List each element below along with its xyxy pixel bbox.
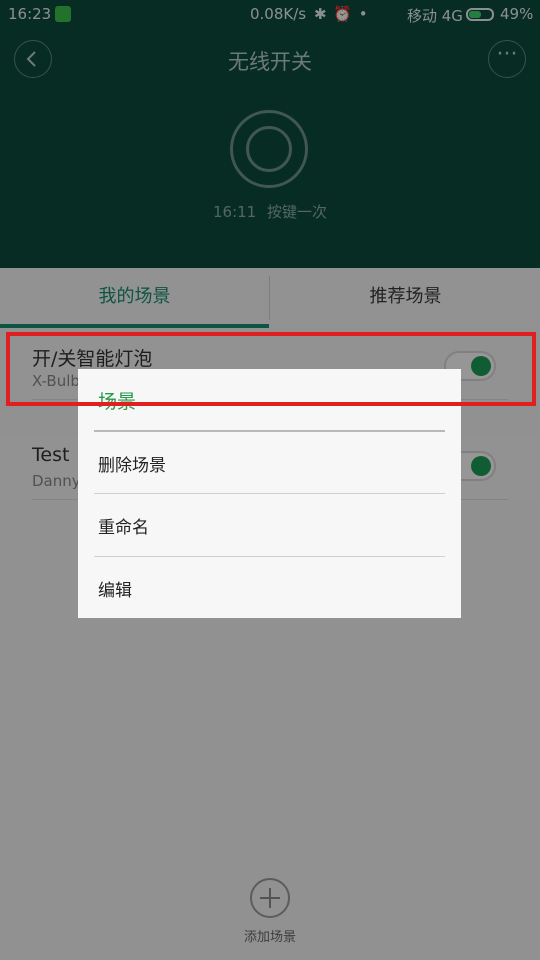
menu-item-rename[interactable]: 重命名 (78, 494, 461, 556)
menu-item-delete-scene[interactable]: 删除场景 (78, 432, 461, 494)
menu-item-label: 编辑 (98, 581, 132, 601)
scene-context-menu: 场景 删除场景 重命名 编辑 (78, 369, 461, 618)
menu-item-label: 删除场景 (98, 456, 166, 476)
menu-item-edit[interactable]: 编辑 (78, 557, 461, 619)
highlight-box (6, 332, 536, 406)
menu-item-label: 重命名 (98, 518, 149, 538)
